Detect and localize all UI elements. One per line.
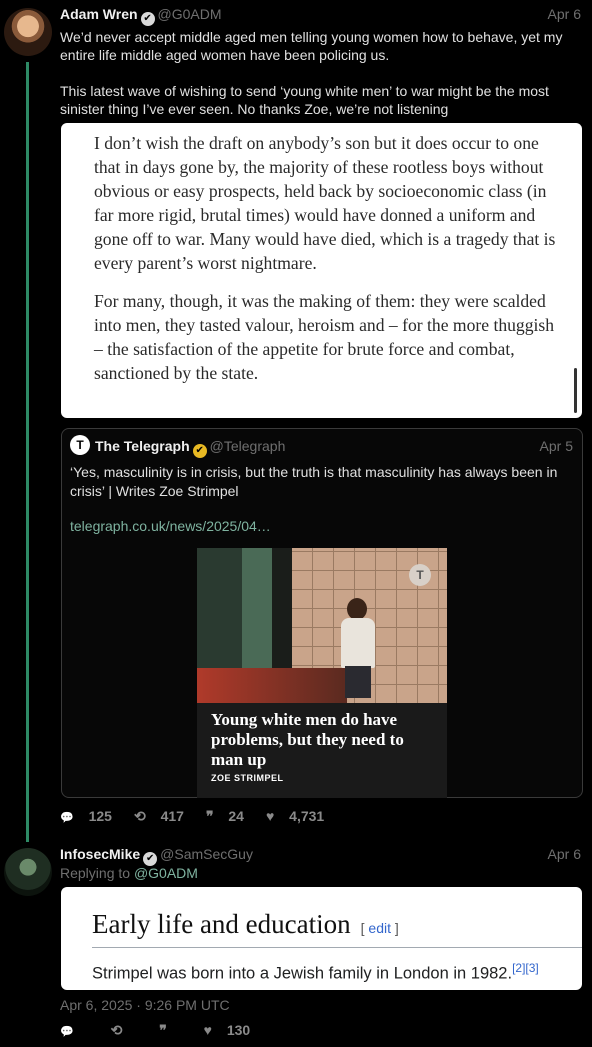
quote-icon: ❞ bbox=[159, 1022, 167, 1038]
image-paragraph-1: I don’t wish the draft on anybody’s son … bbox=[94, 133, 556, 273]
retweet-stat[interactable]: ⟲ bbox=[111, 1022, 149, 1038]
tweet1-text-2: This latest wave of wishing to send ‘you… bbox=[60, 83, 549, 117]
tweet2-header: InfosecMike ✔ @SamSecGuy bbox=[60, 846, 253, 866]
quote-icon: ❞ bbox=[205, 808, 214, 824]
author-name[interactable]: InfosecMike bbox=[60, 846, 140, 862]
quote-text: ‘Yes, masculinity is in crisis, but the … bbox=[70, 464, 558, 499]
heart-icon: ♥ bbox=[265, 808, 275, 824]
wiki-edit-link[interactable]: [ edit ] bbox=[361, 920, 399, 936]
tweet1-stats: 💬 125 ⟲ 417 ❞ 24 ♥ 4,731 bbox=[60, 808, 346, 825]
article-byline: ZOE STRIMPEL bbox=[211, 773, 284, 783]
tweet2-timestamp[interactable]: Apr 6, 2025 · 9:26 PM UTC bbox=[60, 997, 230, 1013]
tweet1-text-1: We’d never accept middle aged men tellin… bbox=[60, 29, 563, 63]
reply-icon: 💬 bbox=[60, 1026, 74, 1038]
replying-to-handle[interactable]: @G0ADM bbox=[134, 865, 198, 881]
like-stat[interactable]: ♥ 4,731 bbox=[266, 808, 335, 824]
telegraph-watermark-icon: T bbox=[409, 564, 431, 586]
reply-stat[interactable]: 💬 125 bbox=[60, 808, 123, 824]
avatar-adam-wren[interactable] bbox=[4, 8, 52, 56]
retweet-icon: ⟲ bbox=[110, 1022, 123, 1038]
quote-header: The Telegraph ✔ @Telegraph bbox=[95, 438, 285, 458]
tweet2-date[interactable]: Apr 6 bbox=[548, 846, 581, 862]
retweet-icon: ⟲ bbox=[133, 808, 146, 824]
article-card-image[interactable]: T Young white men do have problems, but … bbox=[197, 548, 447, 798]
reply-stat[interactable]: 💬 bbox=[60, 1022, 100, 1038]
photo-floor bbox=[197, 668, 347, 703]
image-scrollbar[interactable] bbox=[574, 368, 577, 413]
retweet-stat[interactable]: ⟲ 417 bbox=[134, 808, 195, 824]
verified-icon: ✔ bbox=[143, 852, 158, 866]
quote-author-name[interactable]: The Telegraph bbox=[95, 438, 190, 454]
tweet1-image[interactable]: I don’t wish the draft on anybody’s son … bbox=[61, 123, 582, 418]
tweet2-image[interactable]: Early life and education[ edit ] Strimpe… bbox=[61, 887, 582, 990]
author-handle[interactable]: @G0ADM bbox=[158, 6, 222, 22]
author-name[interactable]: Adam Wren bbox=[60, 6, 138, 22]
like-stat[interactable]: ♥ 130 bbox=[204, 1022, 262, 1038]
photo-person bbox=[337, 598, 382, 698]
heart-icon: ♥ bbox=[203, 1022, 212, 1038]
thread-line bbox=[26, 62, 29, 842]
quote-date[interactable]: Apr 5 bbox=[540, 438, 573, 454]
author-handle[interactable]: @SamSecGuy bbox=[160, 846, 253, 862]
wiki-paragraph: Strimpel was born into a Jewish family i… bbox=[92, 961, 539, 983]
quote-stat[interactable]: ❞ bbox=[159, 1022, 192, 1038]
quote-author-handle[interactable]: @Telegraph bbox=[210, 438, 286, 454]
wiki-heading: Early life and education[ edit ] bbox=[92, 909, 399, 939]
replying-to: Replying to @G0ADM bbox=[60, 865, 198, 881]
tweet1-date[interactable]: Apr 6 bbox=[548, 6, 581, 22]
reply-icon: 💬 bbox=[60, 812, 74, 824]
quote-stat[interactable]: ❞ 24 bbox=[206, 808, 255, 824]
quote-link[interactable]: telegraph.co.uk/news/2025/04… bbox=[70, 518, 271, 534]
article-headline: Young white men do have problems, but th… bbox=[211, 710, 404, 769]
tweet2-stats: 💬 ⟲ ❞ ♥ 130 bbox=[60, 1022, 272, 1039]
wiki-divider bbox=[92, 947, 582, 948]
verified-gold-icon: ✔ bbox=[192, 444, 207, 458]
quoted-tweet[interactable]: T The Telegraph ✔ @Telegraph Apr 5 ‘Yes, m… bbox=[61, 428, 583, 798]
wiki-references[interactable]: [2][3] bbox=[512, 961, 539, 975]
avatar-infosecmike[interactable] bbox=[4, 848, 52, 896]
tweet1-header: Adam Wren ✔ @G0ADM bbox=[60, 6, 222, 26]
image-paragraph-2: For many, though, it was the making of t… bbox=[94, 291, 555, 383]
verified-icon: ✔ bbox=[140, 12, 155, 26]
telegraph-logo-icon: T bbox=[70, 435, 90, 455]
